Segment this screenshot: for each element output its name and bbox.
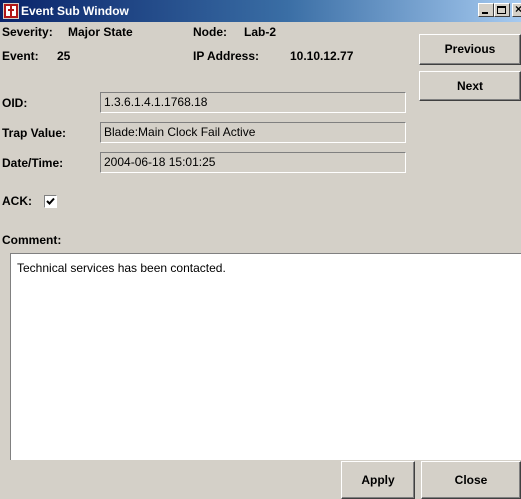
minimize-icon[interactable]: [478, 3, 494, 17]
severity-label: Severity:: [2, 25, 53, 39]
oid-field[interactable]: 1.3.6.1.4.1.1768.18: [100, 92, 406, 113]
app-icon: [3, 3, 19, 19]
oid-label: OID:: [2, 96, 28, 110]
window-title: Event Sub Window: [21, 4, 129, 18]
node-value: Lab-2: [244, 25, 277, 39]
event-value: 25: [57, 49, 71, 63]
next-button[interactable]: Next: [419, 71, 521, 101]
close-button[interactable]: Close: [421, 461, 521, 499]
event-sub-window: Event Sub Window × Severity: Major State…: [0, 0, 521, 499]
trap-value-field[interactable]: Blade:Main Clock Fail Active: [100, 122, 406, 143]
event-label: Event:: [2, 49, 39, 63]
severity-value: Major State: [68, 25, 133, 39]
ack-label: ACK:: [2, 194, 32, 208]
title-bar[interactable]: Event Sub Window ×: [0, 0, 521, 22]
ip-address-value: 10.10.12.77: [290, 49, 354, 63]
comment-label: Comment:: [2, 233, 62, 247]
datetime-label: Date/Time:: [2, 156, 64, 170]
ip-address-label: IP Address:: [193, 49, 260, 63]
checkmark-icon: [46, 197, 55, 205]
trap-value-label: Trap Value:: [2, 126, 67, 140]
apply-button[interactable]: Apply: [341, 461, 415, 499]
comment-textarea[interactable]: Technical services has been contacted.: [10, 253, 521, 460]
datetime-field[interactable]: 2004-06-18 15:01:25: [100, 152, 406, 173]
node-label: Node:: [193, 25, 227, 39]
ack-checkbox[interactable]: [44, 195, 57, 208]
comment-text: Technical services has been contacted.: [17, 261, 226, 275]
previous-button[interactable]: Previous: [419, 34, 521, 65]
close-icon[interactable]: ×: [512, 2, 521, 17]
maximize-icon[interactable]: [494, 3, 510, 17]
